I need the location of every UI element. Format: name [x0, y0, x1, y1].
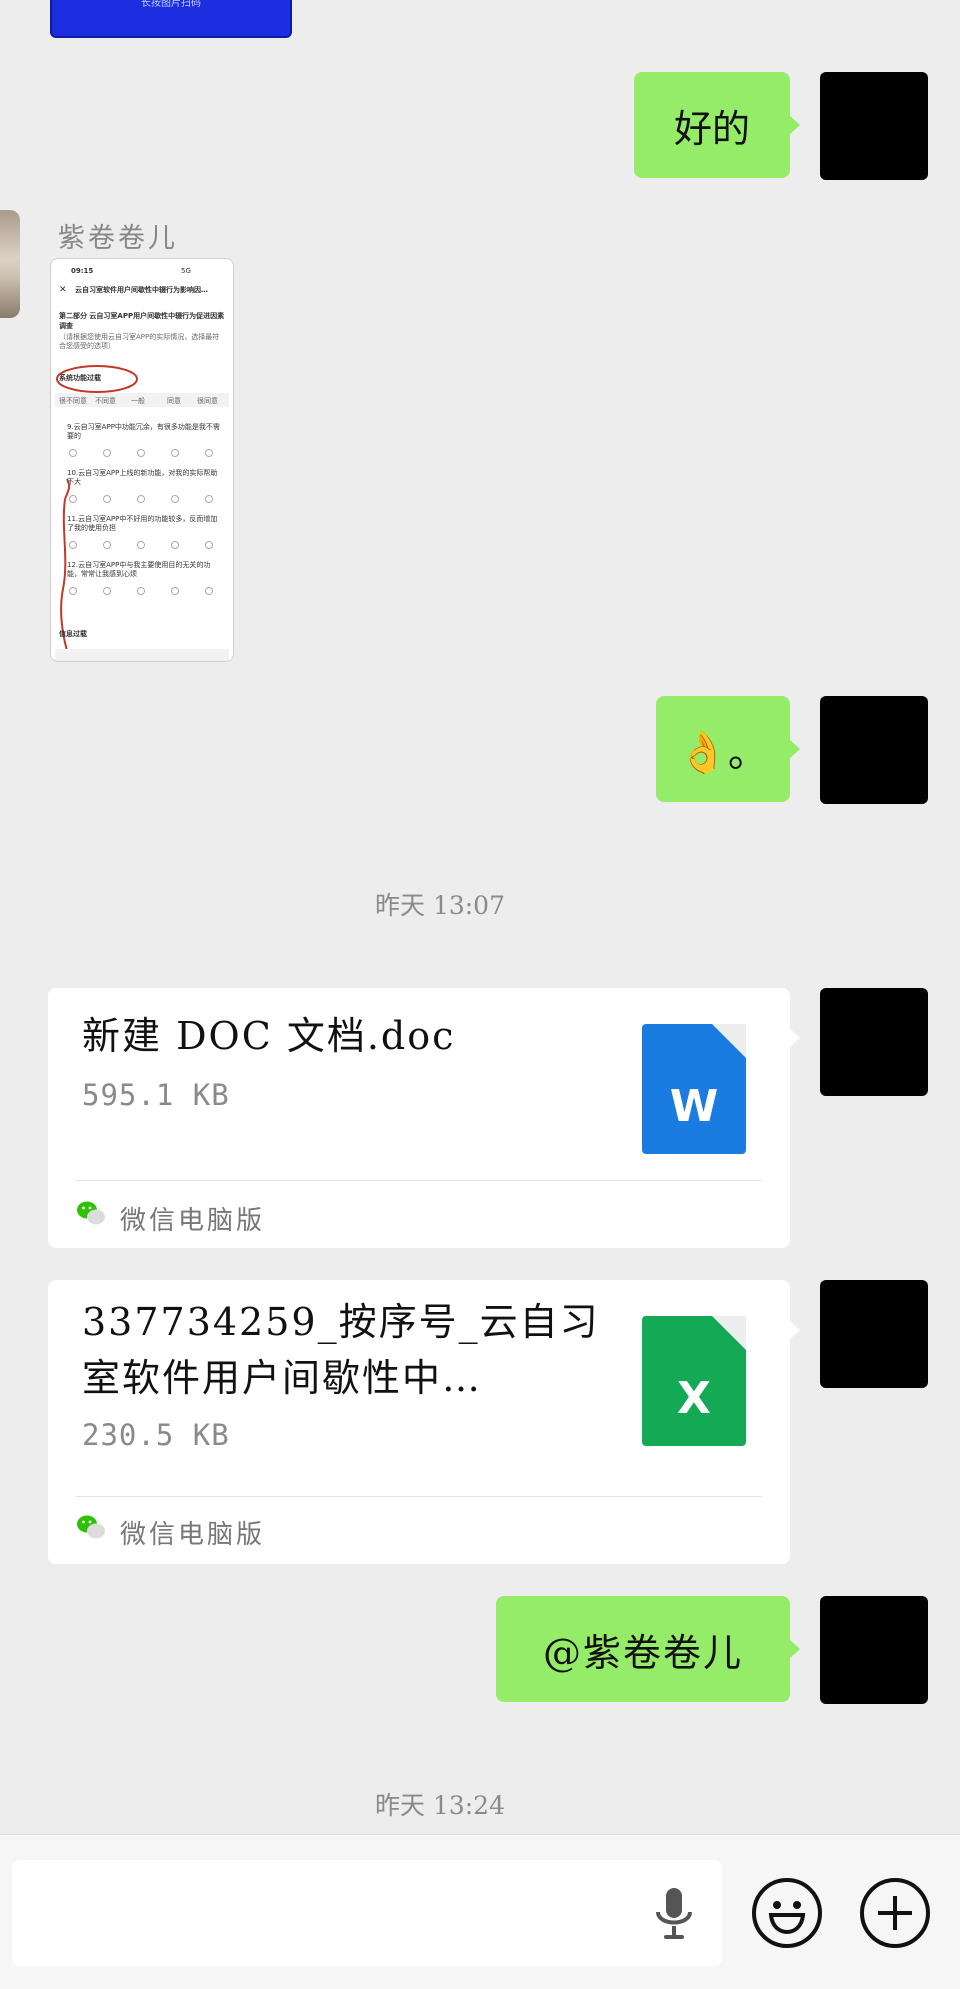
thumb-radio — [103, 541, 111, 549]
thumb-radio — [171, 541, 179, 549]
file-size: 595.1 KB — [82, 1078, 230, 1112]
timestamp: 昨天 13:07 — [375, 891, 505, 920]
thumb-radio — [137, 449, 145, 457]
thumb-radio — [205, 449, 213, 457]
thumb-radio — [137, 587, 145, 595]
thumb-signal: 5G — [181, 267, 191, 275]
thumb-group2: 信息过载 — [59, 630, 87, 638]
thumb-radio — [171, 449, 179, 457]
thumb-scale-1: 很不同意 — [59, 397, 87, 405]
message-bubble-mention[interactable]: @紫卷卷儿 — [496, 1596, 800, 1702]
thumb-scale-3: 一般 — [131, 397, 145, 405]
message-text: 👌。 — [678, 730, 768, 776]
message-bubble-emoji[interactable]: 👌。 — [656, 696, 800, 802]
thumb-question-1: 9.云自习室APP中功能冗余，有很多功能是我不需要的 — [67, 423, 220, 440]
avatar-self[interactable] — [820, 1280, 928, 1388]
image-message-thumbnail[interactable]: 09:15 5G ✕ 云自习室软件用户间歇性中辍行为影响因… 第二部分 云自习室… — [50, 258, 234, 662]
file-type-letter: X — [677, 1373, 711, 1424]
avatar-self[interactable] — [820, 696, 928, 804]
thumb-radio — [69, 587, 77, 595]
thumb-radio — [205, 495, 213, 503]
avatar-self[interactable] — [820, 72, 928, 180]
excel-file-icon: X — [642, 1316, 746, 1446]
thumb-radio — [103, 587, 111, 595]
thumb-header-title: 云自习室软件用户间歇性中辍行为影响因… — [75, 286, 208, 294]
add-icon[interactable] — [860, 1878, 930, 1948]
thumb-radio — [137, 495, 145, 503]
divider — [76, 1180, 762, 1181]
wechat-logo-icon — [77, 1201, 105, 1225]
file-name-line2: 室软件用户间歇性中… — [82, 1356, 483, 1400]
message-text: 好的 — [673, 106, 750, 151]
thumb-radio — [103, 449, 111, 457]
message-text: @紫卷卷儿 — [542, 1630, 743, 1675]
thumb-scale-4: 同意 — [167, 397, 181, 405]
file-size: 230.5 KB — [82, 1418, 230, 1452]
thumb-scale-2: 不同意 — [95, 397, 116, 405]
card-caption: 长按图片扫码 — [141, 0, 201, 9]
thumb-radio — [171, 587, 179, 595]
thumb-close-icon: ✕ — [59, 285, 67, 295]
thumb-radio — [205, 587, 213, 595]
file-name: 新建 DOC 文档.doc — [82, 1014, 456, 1058]
thumb-scale-5: 很同意 — [197, 397, 218, 405]
sender-name: 紫卷卷儿 — [58, 223, 178, 254]
word-file-icon: W — [642, 1024, 746, 1154]
thumb-radio — [103, 495, 111, 503]
mini-program-card[interactable]: 长按图片扫码 — [50, 0, 292, 38]
avatar-self[interactable] — [820, 1596, 928, 1704]
thumb-radio — [69, 541, 77, 549]
thumb-question-3: 11.云自习室APP中不好用的功能较多，反而增加了我的使用负担 — [67, 515, 218, 532]
thumb-radio — [205, 541, 213, 549]
emoji-icon[interactable] — [752, 1878, 822, 1948]
divider — [76, 1496, 762, 1497]
thumb-radio — [137, 541, 145, 549]
thumb-question-2: 10.云自习室APP上线的新功能，对我的实际帮助不大 — [67, 469, 218, 486]
thumb-question-4: 12.云自习室APP中与我主要使用目的无关的功能，常常让我感到心烦 — [67, 561, 211, 578]
microphone-icon[interactable] — [652, 1886, 696, 1942]
thumb-radio — [171, 495, 179, 503]
file-type-letter: W — [669, 1081, 719, 1132]
file-message-doc[interactable]: 新建 DOC 文档.doc 595.1 KB W 微信电脑版 — [48, 988, 800, 1248]
timestamp: 昨天 13:24 — [375, 1791, 505, 1820]
file-name-line1: 337734259_按序号_云自习 — [82, 1300, 600, 1344]
avatar-self[interactable] — [820, 988, 928, 1096]
thumb-section-note: （请根据您使用云自习室APP的实际情况，选择最符合您感受的选项） — [59, 333, 220, 350]
source-label: 微信电脑版 — [120, 1520, 266, 1550]
message-input[interactable] — [12, 1860, 722, 1966]
avatar-contact[interactable] — [0, 210, 20, 318]
thumb-scale-header-2 — [55, 649, 229, 661]
wechat-logo-icon — [77, 1515, 105, 1539]
thumb-status-time: 09:15 — [71, 267, 94, 275]
message-bubble-ok[interactable]: 好的 — [634, 72, 800, 178]
file-message-xls[interactable]: 337734259_按序号_云自习 室软件用户间歇性中… 230.5 KB X … — [48, 1280, 800, 1564]
thumb-section-title: 第二部分 云自习室APP用户间歇性中辍行为促进因素调查 — [59, 312, 225, 330]
thumb-radio — [69, 495, 77, 503]
source-label: 微信电脑版 — [120, 1206, 266, 1236]
thumb-radio — [69, 449, 77, 457]
